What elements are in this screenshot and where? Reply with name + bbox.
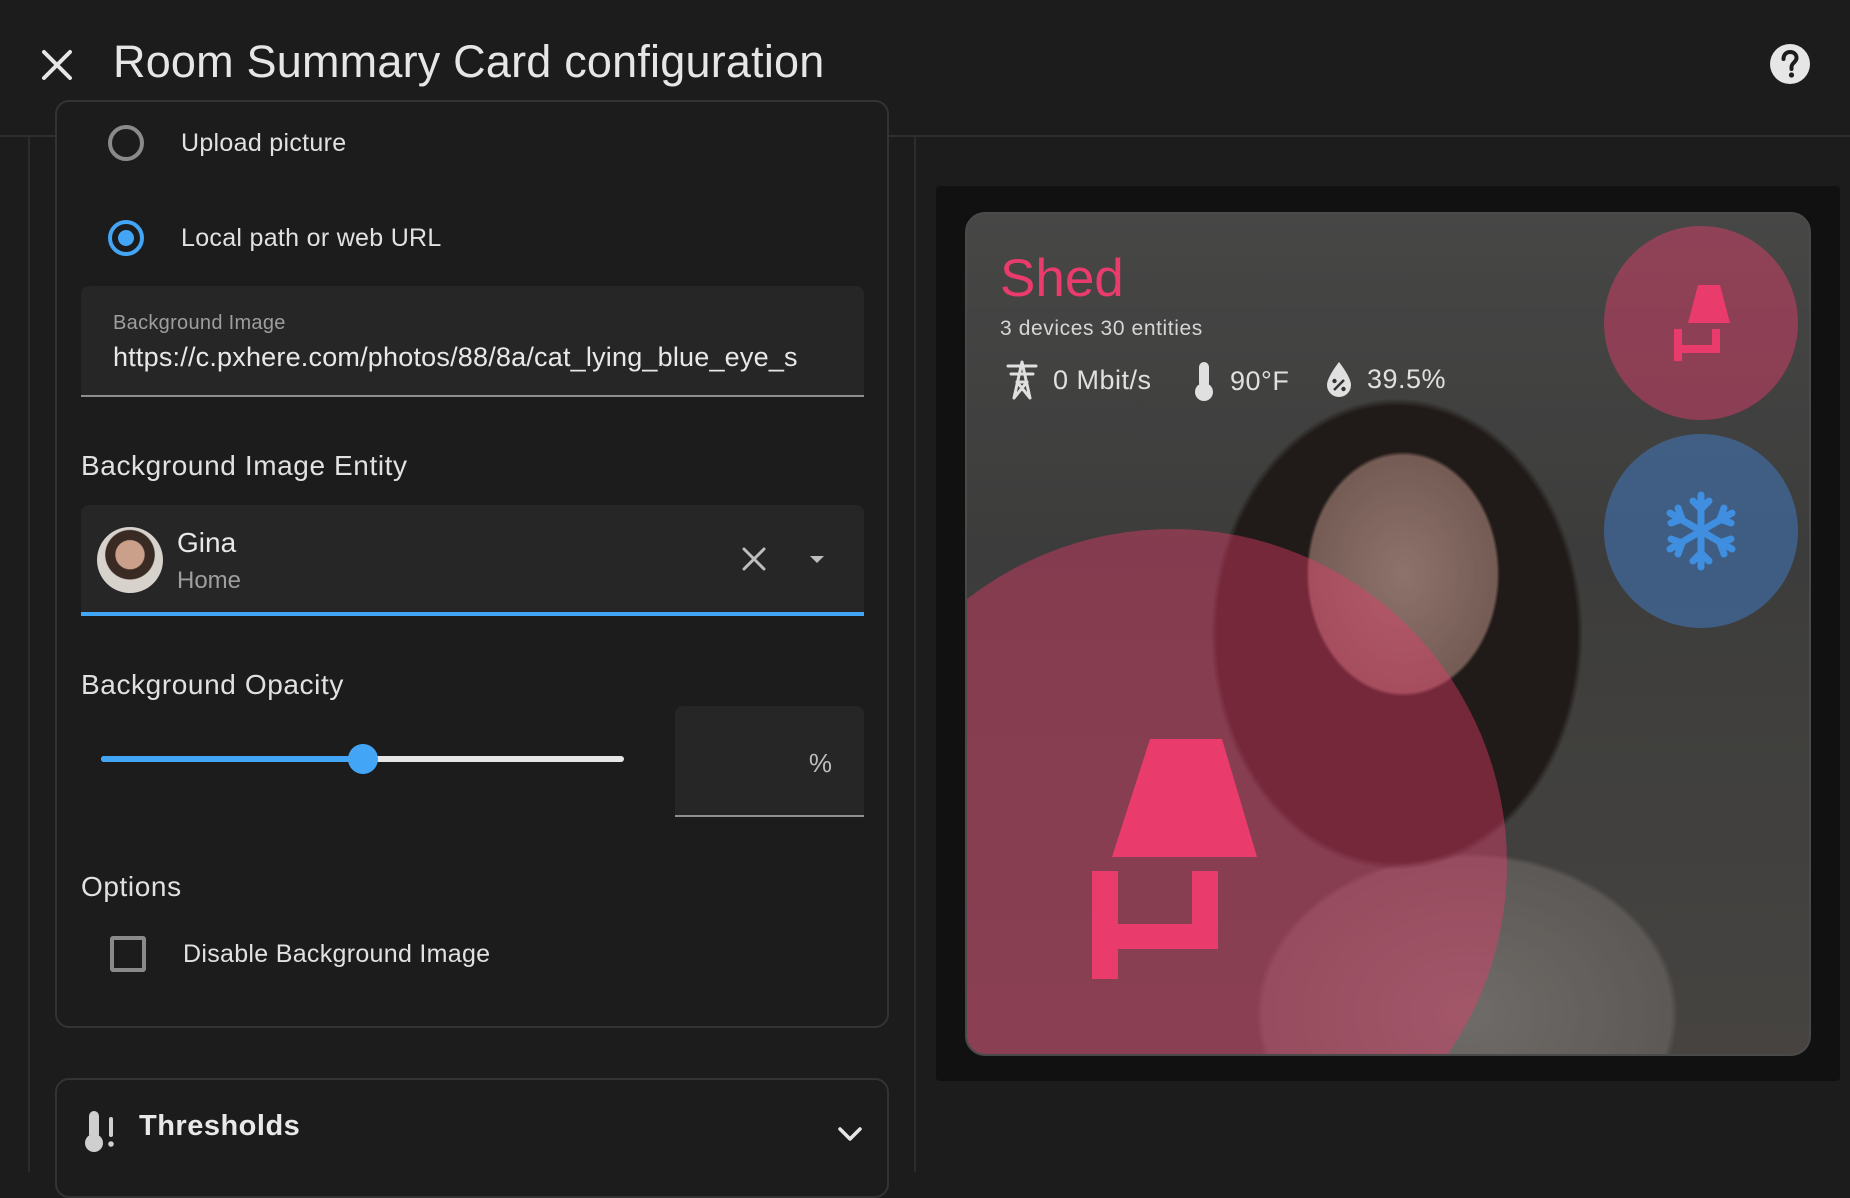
- humidity-value: 39.5%: [1367, 363, 1447, 394]
- background-opacity-title: Background Opacity: [81, 669, 344, 700]
- radio-button-checked[interactable]: [108, 220, 144, 256]
- slider-thumb[interactable]: [347, 744, 378, 774]
- chevron-down-icon[interactable]: [832, 1116, 868, 1152]
- humidity-sensor[interactable]: 39.5%: [1325, 360, 1446, 398]
- dialog-title: Room Summary Card configuration: [113, 36, 825, 87]
- opacity-input[interactable]: %: [675, 706, 864, 817]
- fan-entity-button[interactable]: [1604, 434, 1798, 628]
- disable-background-option[interactable]: Disable Background Image: [110, 936, 490, 972]
- avatar: [97, 527, 163, 593]
- temperature-sensor[interactable]: 90°F: [1192, 360, 1289, 402]
- entity-picker[interactable]: Gina Home: [81, 505, 864, 616]
- network-value: 0 Mbit/s: [1053, 364, 1152, 395]
- transmission-tower-icon: [1006, 360, 1038, 400]
- background-image-entity-title: Background Image Entity: [81, 450, 408, 481]
- thresholds-expander[interactable]: Thresholds: [55, 1078, 889, 1198]
- floor-lamp-icon: [1092, 739, 1257, 979]
- water-percent-icon: [1327, 362, 1351, 397]
- room-name: Shed: [1000, 249, 1124, 308]
- temperature-value: 90°F: [1230, 365, 1290, 396]
- opacity-suffix: %: [808, 748, 832, 778]
- entity-name: Gina: [177, 527, 237, 558]
- help-icon[interactable]: [1768, 42, 1812, 86]
- disable-background-label: Disable Background Image: [183, 939, 491, 968]
- left-divider: [28, 137, 30, 1172]
- slider-fill: [101, 756, 363, 762]
- radio-label-local-path: Local path or web URL: [181, 223, 442, 252]
- close-icon[interactable]: [34, 42, 80, 88]
- radio-label-upload: Upload picture: [181, 128, 347, 157]
- thermometer-icon: [1195, 362, 1213, 401]
- thresholds-label: Thresholds: [139, 1110, 301, 1142]
- radio-upload-picture[interactable]: Upload picture: [108, 120, 346, 166]
- clear-icon[interactable]: [736, 541, 772, 577]
- background-image-input[interactable]: https://c.pxhere.com/photos/88/8a/cat_ly…: [113, 342, 833, 373]
- options-title: Options: [81, 871, 182, 902]
- radio-local-path[interactable]: Local path or web URL: [108, 215, 442, 261]
- lamp-entity-button[interactable]: [1604, 226, 1798, 420]
- background-image-field[interactable]: Background Image https://c.pxhere.com/ph…: [81, 286, 864, 397]
- network-sensor[interactable]: 0 Mbit/s: [1005, 360, 1152, 400]
- floor-lamp-icon: [1674, 285, 1730, 361]
- room-stats: 3 devices 30 entities: [1000, 317, 1203, 340]
- disable-background-checkbox[interactable]: [110, 936, 146, 972]
- room-summary-card[interactable]: Shed 3 devices 30 entities 0 Mbit/s 90°F…: [965, 212, 1811, 1056]
- thermometer-alert-icon: [85, 1111, 114, 1152]
- snowflake-icon: [1666, 491, 1736, 571]
- background-image-label: Background Image: [113, 312, 286, 334]
- radio-button-unchecked[interactable]: [108, 125, 144, 161]
- entity-area: Home: [177, 567, 242, 594]
- opacity-slider[interactable]: [101, 740, 624, 780]
- dropdown-icon[interactable]: [799, 541, 835, 577]
- middle-divider: [914, 137, 916, 1172]
